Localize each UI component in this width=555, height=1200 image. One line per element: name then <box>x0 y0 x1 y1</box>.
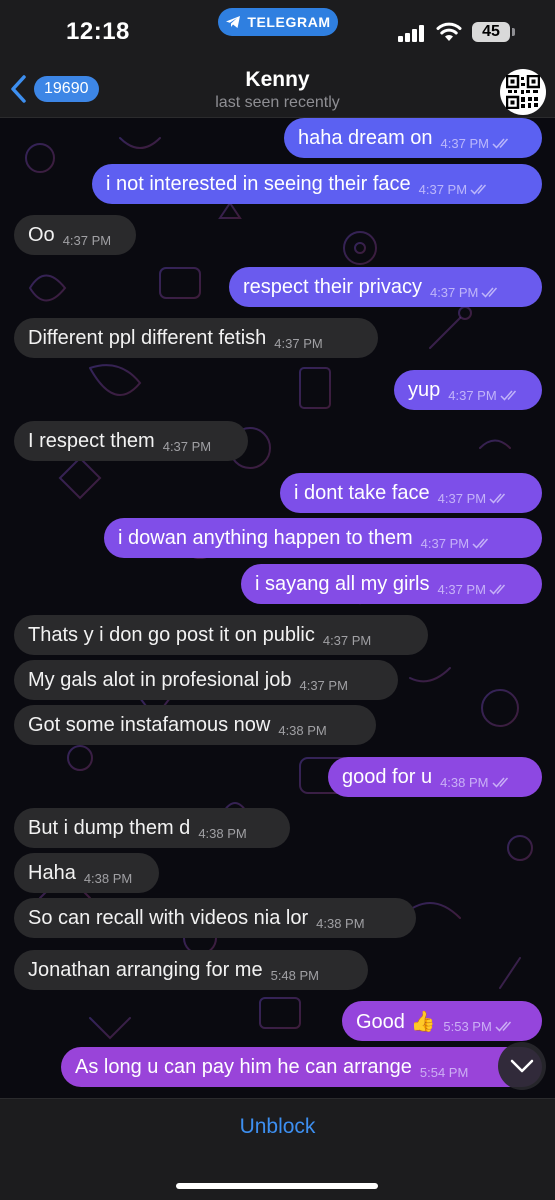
message-bubble-outgoing[interactable]: As long u can pay him he can arrange 5:5… <box>61 1047 542 1087</box>
double-check-icon <box>470 184 487 195</box>
message-text: Haha <box>28 861 76 884</box>
double-check-icon <box>492 138 509 149</box>
message-bubble-outgoing[interactable]: i dont take face 4:37 PM <box>280 473 542 513</box>
message-text: Good 👍 <box>356 1010 436 1033</box>
double-check-icon <box>500 390 516 401</box>
message-text: Jonathan arranging for me <box>28 958 263 981</box>
message-list[interactable]: haha dream on 4:37 PM i not interested i… <box>0 118 555 1098</box>
wifi-icon <box>436 22 462 41</box>
message-time: 5:48 PM <box>270 967 320 983</box>
message-text: i sayang all my girls <box>255 572 430 595</box>
message-bubble-incoming[interactable]: Oo 4:37 PM <box>14 215 136 255</box>
double-check-icon <box>495 1021 511 1032</box>
message-text: Different ppl different fetish <box>28 326 267 349</box>
message-time: 4:38 PM <box>316 915 365 931</box>
message-text: My gals alot in profesional job <box>28 668 292 691</box>
telegram-plane-icon <box>226 16 241 28</box>
message-time: 4:37 PM <box>438 582 509 597</box>
double-check-icon <box>472 538 489 549</box>
chat-title[interactable]: Kenny <box>0 68 555 92</box>
status-bar: 12:18 TELEGRAM 45 <box>0 0 555 62</box>
message-time: 4:37 PM <box>441 136 512 151</box>
message-bubble-incoming[interactable]: But i dump them d 4:38 PM <box>14 808 290 848</box>
message-time: 4:37 PM <box>274 335 323 351</box>
message-time: 4:37 PM <box>322 632 372 648</box>
chevron-down-icon <box>510 1059 534 1073</box>
message-bubble-incoming[interactable]: So can recall with videos nia lor 4:38 P… <box>14 898 416 938</box>
message-time: 4:38 PM <box>83 870 133 886</box>
message-text: yup <box>408 378 441 401</box>
battery-icon: 45 <box>472 22 510 42</box>
battery-tip <box>512 28 515 36</box>
message-time: 4:37 PM <box>448 388 519 403</box>
app-pill-label: TELEGRAM <box>247 14 331 30</box>
message-time: 4:37 PM <box>438 491 509 506</box>
message-bubble-outgoing[interactable]: i sayang all my girls 4:37 PM <box>241 564 542 604</box>
message-bubble-outgoing[interactable]: respect their privacy 4:37 PM <box>229 267 542 307</box>
message-bubble-outgoing[interactable]: yup 4:37 PM <box>394 370 542 410</box>
message-bubble-outgoing[interactable]: Good 👍 5:53 PM <box>342 1001 542 1041</box>
message-bubble-incoming[interactable]: I respect them 4:37 PM <box>14 421 248 461</box>
message-bubble-incoming[interactable]: Haha 4:38 PM <box>14 853 159 893</box>
message-bubble-outgoing[interactable]: i dowan anything happen to them 4:37 PM <box>104 518 542 558</box>
unblock-button[interactable]: Unblock <box>0 1115 555 1139</box>
message-text: As long u can pay him he can arrange <box>75 1055 412 1078</box>
message-time: 4:37 PM <box>162 438 212 454</box>
message-text: So can recall with videos nia lor <box>28 906 309 929</box>
message-text: Got some instafamous now <box>28 713 271 736</box>
telegram-chat-screen: 12:18 TELEGRAM 45 19690 Kenny last seen … <box>0 0 555 1200</box>
double-check-icon <box>489 493 506 504</box>
battery-level: 45 <box>482 23 500 40</box>
bottom-action-bar: Unblock <box>0 1098 555 1200</box>
message-time: 4:37 PM <box>419 182 490 197</box>
message-time: 4:37 PM <box>430 285 501 300</box>
qr-code-icon <box>506 75 540 109</box>
message-text: I respect them <box>28 429 155 452</box>
message-bubble-incoming[interactable]: Jonathan arranging for me 5:48 PM <box>14 950 368 990</box>
message-bubble-outgoing[interactable]: good for u 4:38 PM <box>328 757 542 797</box>
avatar[interactable] <box>500 69 546 115</box>
telegram-app-pill[interactable]: TELEGRAM <box>218 8 338 36</box>
message-time: 5:54 PM <box>419 1064 469 1080</box>
message-text: Oo <box>28 223 55 246</box>
message-text: But i dump them d <box>28 816 191 839</box>
message-bubble-incoming[interactable]: Got some instafamous now 4:38 PM <box>14 705 376 745</box>
message-bubble-incoming[interactable]: Thats y i don go post it on public 4:37 … <box>14 615 428 655</box>
double-check-icon <box>481 287 498 298</box>
message-text: respect their privacy <box>243 275 422 298</box>
message-time: 4:38 PM <box>440 775 511 790</box>
chat-status: last seen recently <box>215 94 340 111</box>
message-time: 4:37 PM <box>299 677 348 693</box>
message-text: i not interested in seeing their face <box>106 172 411 195</box>
message-time: 4:37 PM <box>62 232 112 248</box>
home-indicator[interactable] <box>176 1183 378 1189</box>
message-text: Thats y i don go post it on public <box>28 623 315 646</box>
message-time: 5:53 PM <box>443 1019 514 1034</box>
message-bubble-outgoing[interactable]: i not interested in seeing their face 4:… <box>92 164 542 204</box>
message-bubble-incoming[interactable]: My gals alot in profesional job 4:37 PM <box>14 660 398 700</box>
message-time: 4:38 PM <box>198 825 247 841</box>
chat-header: 19690 Kenny last seen recently <box>0 62 555 118</box>
signal-icon <box>398 25 426 42</box>
status-clock: 12:18 <box>66 18 130 45</box>
message-bubble-outgoing[interactable]: haha dream on 4:37 PM <box>284 118 542 158</box>
double-check-icon <box>489 584 505 595</box>
message-time: 4:38 PM <box>278 722 327 738</box>
message-bubble-incoming[interactable]: Different ppl different fetish 4:37 PM <box>14 318 378 358</box>
message-text: i dowan anything happen to them <box>118 526 413 549</box>
message-time: 4:37 PM <box>421 536 492 551</box>
message-text: good for u <box>342 765 433 788</box>
message-text: haha dream on <box>298 126 433 149</box>
double-check-icon <box>491 777 508 788</box>
scroll-to-bottom-button[interactable] <box>498 1042 546 1090</box>
message-text: i dont take face <box>294 481 430 504</box>
